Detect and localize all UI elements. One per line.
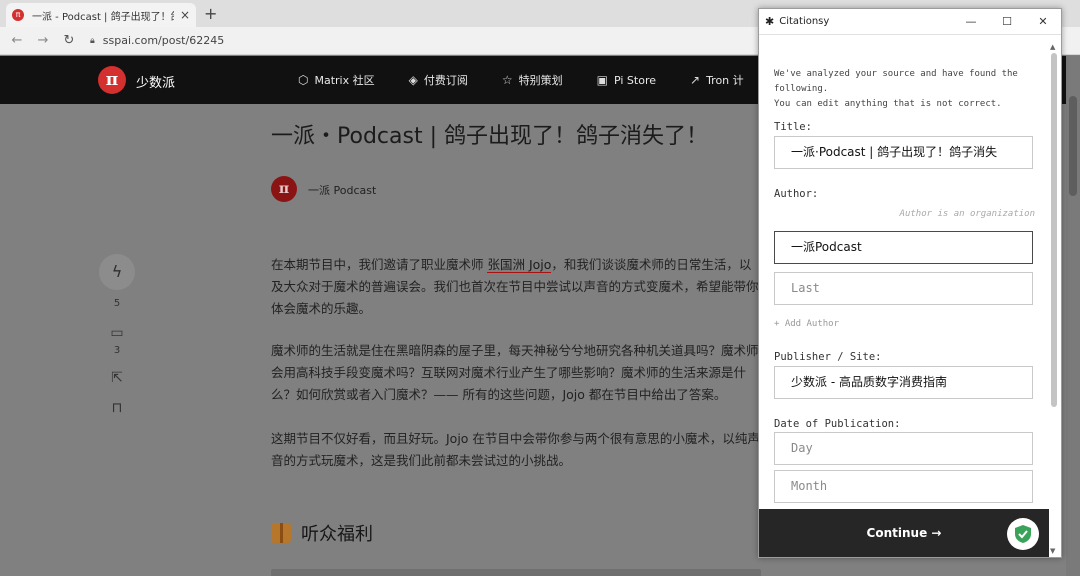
continue-button[interactable]: Continue →	[759, 509, 1049, 557]
article-title: 一派・Podcast | 鸽子出现了！鸽子消失了！	[271, 124, 708, 149]
browser-tab[interactable]: π 一派 - Podcast | 鸽子出现了！鸽 ×	[6, 3, 196, 27]
clipped-text-line	[271, 569, 761, 576]
url-field[interactable]: 🔒︎ sspai.com/post/62245	[90, 34, 224, 47]
store-icon: ▣	[596, 73, 608, 87]
intro-text: We've analyzed your source and have foun…	[774, 69, 1018, 109]
sspai-logo[interactable]: π	[98, 66, 126, 94]
scroll-down-icon[interactable]: ▼	[1050, 547, 1055, 555]
url-text: sspai.com/post/62245	[102, 34, 225, 47]
nav-item-subscription[interactable]: ◈ 付费订阅	[409, 72, 468, 88]
nav-item-special[interactable]: ☆ 特别策划	[502, 72, 563, 88]
page-scroll-thumb[interactable]	[1069, 96, 1077, 196]
sspai-favicon-icon: π	[12, 9, 24, 21]
site-nav: ⬡ Matrix 社区 ◈ 付费订阅 ☆ 特别策划 ▣ Pi Store ↗ Tron 计	[298, 56, 778, 104]
add-author-button[interactable]: + Add Author	[774, 319, 839, 329]
tab-title: 一派 - Podcast | 鸽子出现了！鸽	[32, 11, 174, 23]
nav-item-pi-store[interactable]: ▣ Pi Store	[597, 73, 656, 87]
date-label: Date of Publication:	[774, 418, 901, 430]
page-scrollbar[interactable]	[1066, 56, 1080, 576]
forward-arrow-icon[interactable]: →	[30, 33, 56, 48]
magician-link[interactable]: 张国洲 Jojo	[487, 257, 552, 273]
close-icon[interactable]: ✕	[1025, 9, 1061, 35]
author-label: Author:	[774, 188, 819, 200]
day-field[interactable]: Day	[774, 432, 1033, 465]
popup-app-name: Citationsy	[779, 16, 830, 27]
minimize-icon[interactable]: —	[953, 9, 989, 35]
scroll-up-icon[interactable]: ▲	[1050, 43, 1055, 51]
author-organization-toggle[interactable]: Author is an organization	[900, 209, 1035, 219]
back-arrow-icon[interactable]: ←	[4, 33, 30, 48]
share-icon[interactable]: ⇱	[99, 370, 135, 386]
author-last-name-field[interactable]: Last	[774, 272, 1033, 305]
title-field[interactable]: 一派·Podcast | 鸽子出现了！鸽子消失	[774, 136, 1033, 169]
popup-titlebar: ✱ Citationsy — ☐ ✕	[759, 9, 1061, 35]
cube-icon: ⬡	[298, 73, 309, 87]
tab-close-icon[interactable]: ×	[180, 8, 190, 22]
author-first-name-field[interactable]: 一派Podcast	[774, 231, 1033, 264]
charge-icon[interactable]: ϟ	[99, 254, 135, 290]
new-tab-button[interactable]: +	[204, 4, 217, 23]
paragraph-fun: 这期节目不仅好看，而且好玩。Jojo 在节目中会带你参与两个很有意思的小魔术，以…	[271, 431, 760, 468]
citation-form: We've analyzed your source and have foun…	[759, 35, 1049, 509]
brand-name[interactable]: 少数派	[136, 72, 175, 91]
title-label: Title:	[774, 121, 812, 133]
citationsy-popup: ✱ Citationsy — ☐ ✕ We've analyzed your s…	[758, 8, 1062, 558]
month-field[interactable]: Month	[774, 470, 1033, 503]
popup-scrollbar[interactable]: ▲ ▼	[1050, 43, 1058, 555]
article-actions: ϟ 5 ▭ 3 ⇱ ⊓	[99, 254, 135, 416]
shield-check-icon	[1007, 518, 1039, 550]
author-avatar[interactable]: π	[271, 176, 297, 202]
nav-item-tron[interactable]: ↗ Tron 计	[690, 72, 744, 88]
publisher-field[interactable]: 少数派 - 高品质数字消费指南	[774, 366, 1033, 399]
bookmark-icon[interactable]: ⊓	[99, 400, 135, 416]
popup-scroll-thumb[interactable]	[1051, 53, 1057, 407]
paragraph-intro: 在本期节目中，我们邀请了职业魔术师 张国洲 Jojo，和我们谈谈魔术师的日常生活…	[271, 257, 759, 316]
publisher-label: Publisher / Site:	[774, 351, 882, 363]
gift-icon	[271, 523, 291, 543]
citationsy-logo-icon: ✱	[765, 15, 775, 28]
charge-count: 5	[113, 298, 121, 309]
tron-icon: ↗	[690, 73, 701, 87]
reload-icon[interactable]: ↻	[56, 33, 82, 48]
author-name[interactable]: 一派 Podcast	[308, 182, 376, 198]
subscription-icon: ◈	[408, 73, 418, 87]
paragraph-questions: 魔术师的生活就是住在黑暗阴森的屋子里，每天神秘兮兮地研究各种机关道具吗？魔术师会…	[271, 343, 759, 402]
comment-count: 3	[113, 345, 121, 356]
section-heading: 听众福利	[271, 520, 373, 546]
nav-item-matrix[interactable]: ⬡ Matrix 社区	[298, 72, 375, 88]
lock-icon: 🔒︎	[90, 35, 95, 46]
comment-icon[interactable]: ▭	[99, 325, 135, 341]
star-icon: ☆	[501, 73, 513, 87]
maximize-icon[interactable]: ☐	[989, 9, 1025, 35]
